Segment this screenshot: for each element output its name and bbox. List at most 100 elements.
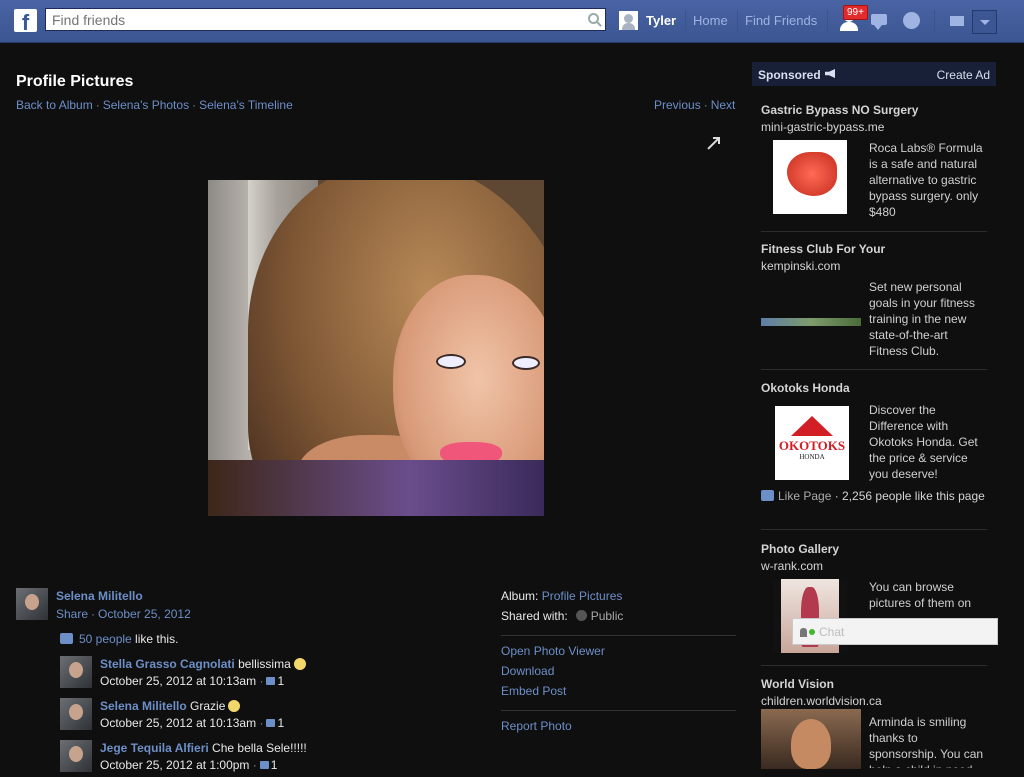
ad-title[interactable]: Gastric Bypass NO Surgery (761, 103, 987, 117)
divider (934, 10, 935, 32)
ad-item[interactable]: Photo Gallery w-rank.com You can browse … (761, 542, 987, 666)
search-box[interactable] (45, 8, 606, 31)
comment-meta: October 25, 2012 at 1:00pm · 1 (100, 758, 278, 772)
previous-link[interactable]: Previous (654, 98, 701, 112)
ad-text: Set new personal goals in your fitness t… (869, 280, 976, 358)
privacy-shortcuts-icon[interactable] (947, 10, 969, 32)
separator-dot: · (95, 98, 100, 112)
separator-dot: · (91, 607, 96, 621)
ad-domain: children.worldvision.ca (761, 694, 882, 708)
divider (501, 635, 736, 636)
ad-image[interactable] (761, 318, 861, 326)
home-link[interactable]: Home (693, 13, 728, 28)
ad-like-row: Like Page · 2,256 people like this page (761, 488, 987, 504)
search-input[interactable] (46, 9, 578, 30)
thumbs-up-icon (266, 677, 276, 685)
album-label: Album: (501, 589, 539, 603)
separator-dot: · (703, 98, 708, 112)
profile-photo[interactable] (208, 180, 544, 516)
create-ad-link[interactable]: Create Ad (937, 68, 990, 82)
divider (685, 10, 686, 32)
comment-meta: October 25, 2012 at 10:13am · 1 (100, 716, 285, 730)
photos-link[interactable]: Selena's Photos (103, 98, 189, 112)
commenter-avatar[interactable] (60, 698, 92, 730)
share-link[interactable]: Share (56, 607, 88, 621)
person-icon (800, 628, 807, 637)
sponsored-label[interactable]: Sponsored (758, 68, 821, 82)
open-photo-viewer-link[interactable]: Open Photo Viewer (501, 644, 605, 658)
comment-meta: October 25, 2012 at 10:13am · 1 (100, 674, 285, 688)
comment-time[interactable]: October 25, 2012 at 1:00pm (100, 758, 249, 772)
top-navigation-bar: f Tyler Home Find Friends 99+ (0, 0, 1024, 43)
ad-image[interactable] (773, 140, 847, 214)
messages-icon[interactable] (869, 10, 891, 32)
ad-item[interactable]: Fitness Club For Your kempinski.com Set … (761, 242, 987, 370)
sponsored-sidebar: Sponsored Create Ad Gastric Bypass NO Su… (752, 62, 996, 769)
ad-text: Arminda is smiling thanks to sponsorship… (869, 715, 984, 768)
album-link[interactable]: Profile Pictures (542, 589, 623, 603)
facebook-logo[interactable]: f (14, 9, 37, 32)
embed-post-link[interactable]: Embed Post (501, 684, 566, 698)
expand-icon[interactable] (707, 137, 720, 150)
find-friends-link[interactable]: Find Friends (745, 13, 817, 28)
ad-text: Roca Labs® Formula is a safe and natural… (869, 141, 983, 219)
ad-title[interactable]: Okotoks Honda (761, 381, 987, 395)
photo-details: Album: Profile Pictures Shared with: Publ… (501, 589, 736, 739)
ad-like-count: 2,256 people like this page (842, 489, 985, 503)
chat-label[interactable]: Chat (819, 625, 844, 639)
audience-value[interactable]: Public (591, 609, 624, 623)
user-avatar[interactable] (619, 11, 638, 30)
divider (737, 10, 738, 32)
breadcrumb: Back to Album · Selena's Photos · Selena's T… (16, 98, 293, 112)
comment-like-count[interactable]: 1 (271, 758, 278, 772)
download-link[interactable]: Download (501, 664, 554, 678)
logo-text: OKOTOKS (778, 438, 846, 453)
comment-text: bellissima (238, 657, 291, 671)
shared-with-label: Shared with: (501, 609, 568, 623)
megaphone-icon (825, 69, 835, 78)
likes-summary: 50 people like this. (60, 632, 178, 646)
logo-subtext: HONDA (799, 453, 825, 461)
account-menu-arrow-icon[interactable] (972, 10, 997, 34)
chat-bar[interactable]: Chat (792, 618, 998, 645)
ad-title[interactable]: Photo Gallery (761, 542, 987, 556)
okotoks-honda-logo[interactable]: OKOTOKS HONDA (775, 406, 849, 480)
ad-item[interactable]: Gastric Bypass NO Surgery mini-gastric-b… (761, 103, 987, 232)
search-icon[interactable] (588, 13, 599, 24)
likes-count-link[interactable]: 50 people (79, 632, 132, 646)
commenter-name-link[interactable]: Stella Grasso Cagnolati (100, 657, 235, 671)
like-page-link[interactable]: Like Page (778, 489, 831, 503)
divider (827, 10, 828, 32)
comment-like-count[interactable]: 1 (277, 674, 284, 688)
commenter-name-link[interactable]: Selena Militello (100, 699, 187, 713)
thumbs-up-icon (266, 719, 276, 727)
post-date-link[interactable]: October 25, 2012 (98, 607, 191, 621)
ad-image[interactable] (761, 709, 861, 769)
user-name-link[interactable]: Tyler (646, 13, 676, 28)
sponsored-header: Sponsored Create Ad (752, 62, 996, 86)
next-link[interactable]: Next (711, 98, 736, 112)
owner-avatar[interactable] (16, 588, 48, 620)
commenter-avatar[interactable] (60, 656, 92, 688)
divider (501, 710, 736, 711)
ad-title[interactable]: Fitness Club For Your (761, 242, 987, 256)
smiley-icon (228, 700, 241, 712)
comment-text: Grazie (190, 699, 226, 713)
page-title: Profile Pictures (16, 73, 134, 90)
comment-like-count[interactable]: 1 (277, 716, 284, 730)
separator-dot: · (192, 98, 197, 112)
comment-time[interactable]: October 25, 2012 at 10:13am (100, 716, 256, 730)
ad-title[interactable]: World Vision (761, 677, 987, 691)
owner-meta: Share · October 25, 2012 (56, 607, 191, 621)
timeline-link[interactable]: Selena's Timeline (199, 98, 293, 112)
ad-item[interactable]: Okotoks Honda OKOTOKS HONDA Discover the… (761, 381, 987, 530)
back-to-album-link[interactable]: Back to Album (16, 98, 93, 112)
commenter-name-link[interactable]: Jege Tequila Alfieri (100, 741, 209, 755)
report-photo-link[interactable]: Report Photo (501, 719, 572, 733)
comment-text: Che bella Sele!!!!! (212, 741, 307, 755)
notifications-globe-icon[interactable] (901, 10, 923, 32)
comment-time[interactable]: October 25, 2012 at 10:13am (100, 674, 256, 688)
ad-item[interactable]: World Vision children.worldvision.ca Arm… (761, 677, 987, 777)
owner-name-link[interactable]: Selena Militello (56, 589, 143, 603)
commenter-avatar[interactable] (60, 740, 92, 772)
